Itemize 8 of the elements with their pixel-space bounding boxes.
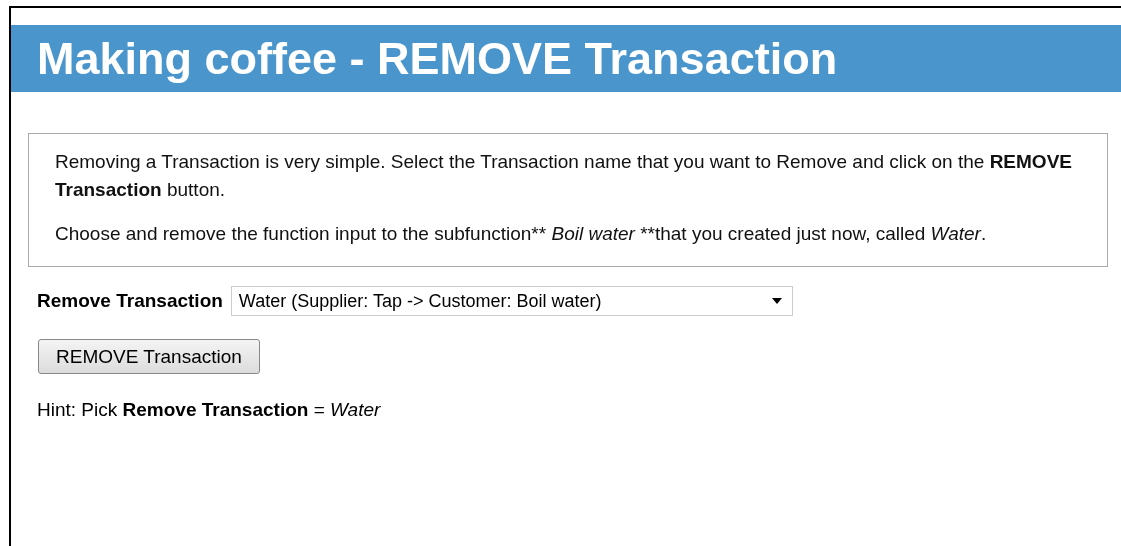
hint-text: Hint: Pick Remove Transaction = Water [37, 399, 382, 421]
dropdown-caret-icon [771, 298, 782, 304]
instruction-text: Removing a Transaction is very simple. Select the Transaction name that you want to Remove and click on the REMOVE Transaction button. [55, 150, 1073, 202]
remove-button[interactable]: REMOVE Transaction [38, 339, 260, 374]
instruction-text: Choose and remove the function input to the subfunction** Boil water **that you created just now, called Water. [55, 222, 988, 246]
transaction-dropdown[interactable]: Water (Supplier: Tap -> Customer: Boil water) [230, 286, 793, 316]
select-label: Remove Transaction [37, 290, 223, 312]
page-title: Making coffee - REMOVE Transaction [37, 32, 838, 85]
